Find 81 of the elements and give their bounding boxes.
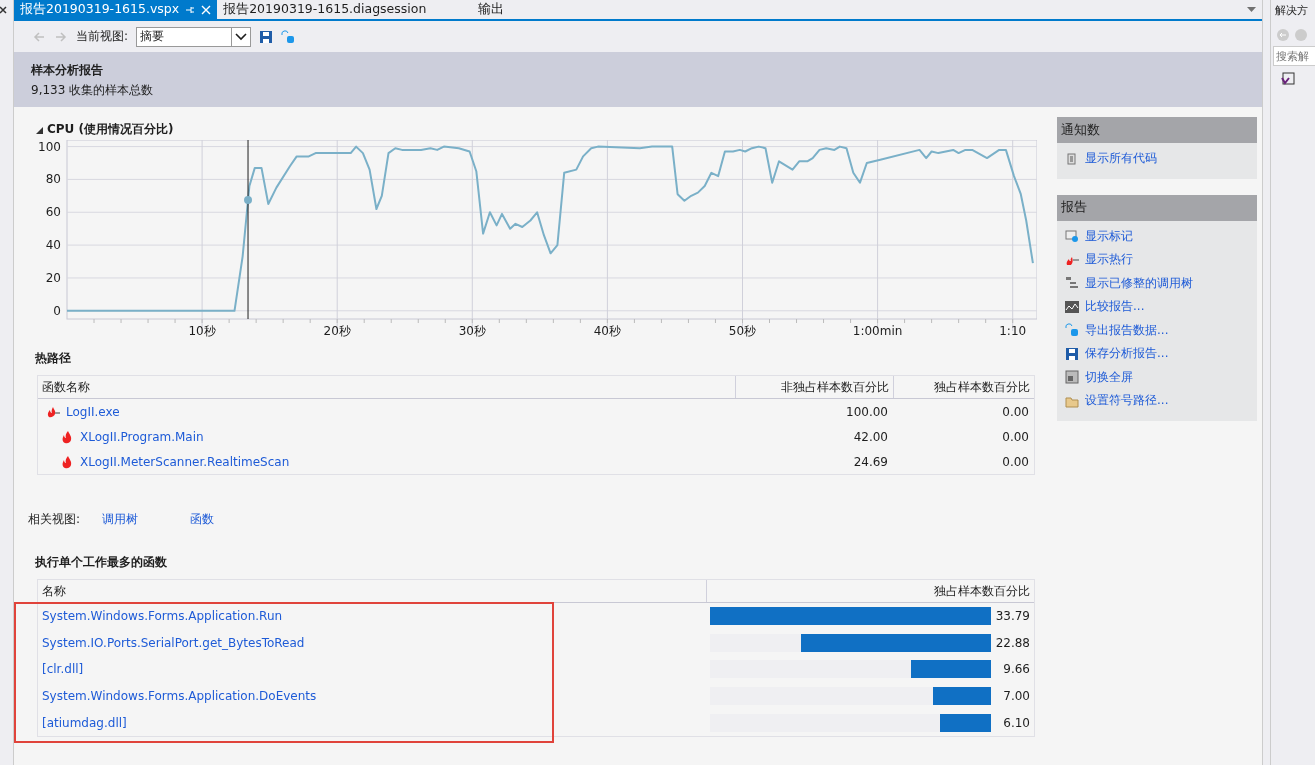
column-header[interactable]: 独占样本数百分比 xyxy=(893,376,1034,398)
table-cell-text: 24.69 xyxy=(852,454,889,469)
table-cell-text: 7.00 xyxy=(1002,689,1031,704)
x-tick-label: 1:00min xyxy=(852,324,903,338)
x-tick-label: 1:10 xyxy=(999,324,1027,338)
section-title: 执行单个工作最多的函数 xyxy=(35,554,167,571)
close-icon xyxy=(0,5,8,15)
x-tick-label: 20秒 xyxy=(323,324,351,338)
y-tick-label: 100 xyxy=(38,140,61,154)
view-dropdown[interactable]: 摘要 xyxy=(136,26,252,47)
save-icon[interactable] xyxy=(259,29,274,44)
column-header[interactable]: 非独占样本数百分比 xyxy=(735,376,893,398)
y-tick-label: 20 xyxy=(45,270,61,285)
function-link[interactable]: LogII.exe xyxy=(66,404,120,419)
x-tick-label: 50秒 xyxy=(728,324,757,338)
table-cell-text: 6.10 xyxy=(1002,715,1031,730)
panel-link[interactable]: 比较报告... xyxy=(1057,295,1257,319)
column-header[interactable]: 名称 xyxy=(38,580,706,602)
view-link[interactable]: 调用树 xyxy=(102,511,139,528)
search-field[interactable]: 搜索解 xyxy=(1273,46,1315,66)
table-cell-text: 22.88 xyxy=(994,635,1031,650)
function-link[interactable]: [atiumdag.dll] xyxy=(42,715,127,730)
flame-icon xyxy=(60,454,74,469)
marker-icon xyxy=(1065,229,1079,244)
panel-link[interactable]: 导出报告数据... xyxy=(1057,318,1257,342)
export-icon xyxy=(1065,323,1079,338)
close-icon xyxy=(201,4,212,15)
table-cell-text: 33.79 xyxy=(994,609,1031,624)
function-link[interactable]: [clr.dll] xyxy=(42,662,84,677)
tree-icon xyxy=(1065,276,1079,291)
panel-link[interactable]: 设置符号路径... xyxy=(1057,389,1257,413)
section-title: 热路径 xyxy=(35,350,71,367)
sample-count: 9,133 收集的样本总数 xyxy=(31,82,155,99)
table-cell-text: 0.00 xyxy=(1001,404,1030,419)
document-icon xyxy=(1065,151,1079,166)
panel-link[interactable]: 显示标记 xyxy=(1057,224,1257,248)
function-link[interactable]: System.Windows.Forms.Application.DoEvents xyxy=(42,689,317,704)
pane-title: 解决方 xyxy=(1274,3,1309,18)
y-tick-label: 80 xyxy=(45,172,61,187)
document-tab[interactable]: 报告20190319-1615.diagsession xyxy=(217,0,433,19)
panel-link[interactable]: 显示已修整的调用树 xyxy=(1057,271,1257,295)
export-icon[interactable] xyxy=(281,29,296,44)
fullscreen-icon xyxy=(1065,370,1079,385)
panel-link[interactable]: 显示所有代码 xyxy=(1057,147,1257,171)
solution-icon[interactable] xyxy=(1281,72,1295,86)
function-link[interactable]: XLogII.Program.Main xyxy=(80,429,204,444)
column-header[interactable]: 函数名称 xyxy=(38,376,735,398)
chart-title: CPU (使用情况百分比) xyxy=(47,121,174,138)
save-icon xyxy=(1065,346,1079,361)
flame-icon xyxy=(60,429,74,444)
y-tick-label: 40 xyxy=(45,238,61,253)
panel-title: 通知数 xyxy=(1057,117,1257,143)
function-link[interactable]: System.IO.Ports.SerialPort.get_BytesToRead xyxy=(42,635,305,650)
chevron-down-icon xyxy=(235,32,248,41)
panel-link[interactable]: 显示热行 xyxy=(1057,248,1257,272)
function-link[interactable]: XLogII.MeterScanner.RealtimeScan xyxy=(80,454,290,469)
column-header[interactable]: 独占样本数百分比 xyxy=(706,580,1034,602)
y-tick-label: 60 xyxy=(45,205,61,220)
panel-link[interactable]: 切换全屏 xyxy=(1057,365,1257,389)
table-cell-text: 42.00 xyxy=(852,429,889,444)
document-tab[interactable]: 报告20190319-1615.vspx xyxy=(14,0,218,19)
compare-icon xyxy=(1065,299,1079,314)
document-tab[interactable]: 输出 xyxy=(472,0,545,19)
x-tick-label: 10秒 xyxy=(188,324,216,338)
panel-link[interactable]: 保存分析报告... xyxy=(1057,342,1257,366)
y-tick-label: 0 xyxy=(53,303,61,318)
table-cell-text: 100.00 xyxy=(845,404,889,419)
related-views-label: 相关视图: xyxy=(28,511,81,528)
collapse-triangle-icon[interactable] xyxy=(35,125,43,134)
time-cursor[interactable] xyxy=(244,140,253,320)
x-tick-label: 30秒 xyxy=(458,324,486,338)
panel-title: 报告 xyxy=(1057,194,1257,221)
x-tick-label: 40秒 xyxy=(593,324,622,338)
view-label: 当前视图: xyxy=(76,28,129,45)
view-link[interactable]: 函数 xyxy=(190,511,215,528)
table-cell-text: 9.66 xyxy=(1002,662,1031,677)
table-cell-text: 0.00 xyxy=(1001,454,1030,469)
table-cell-text: 0.00 xyxy=(1001,429,1030,444)
report-title: 样本分析报告 xyxy=(31,62,104,79)
dropdown-icon xyxy=(1247,7,1256,12)
function-link[interactable]: System.Windows.Forms.Application.Run xyxy=(42,609,283,624)
